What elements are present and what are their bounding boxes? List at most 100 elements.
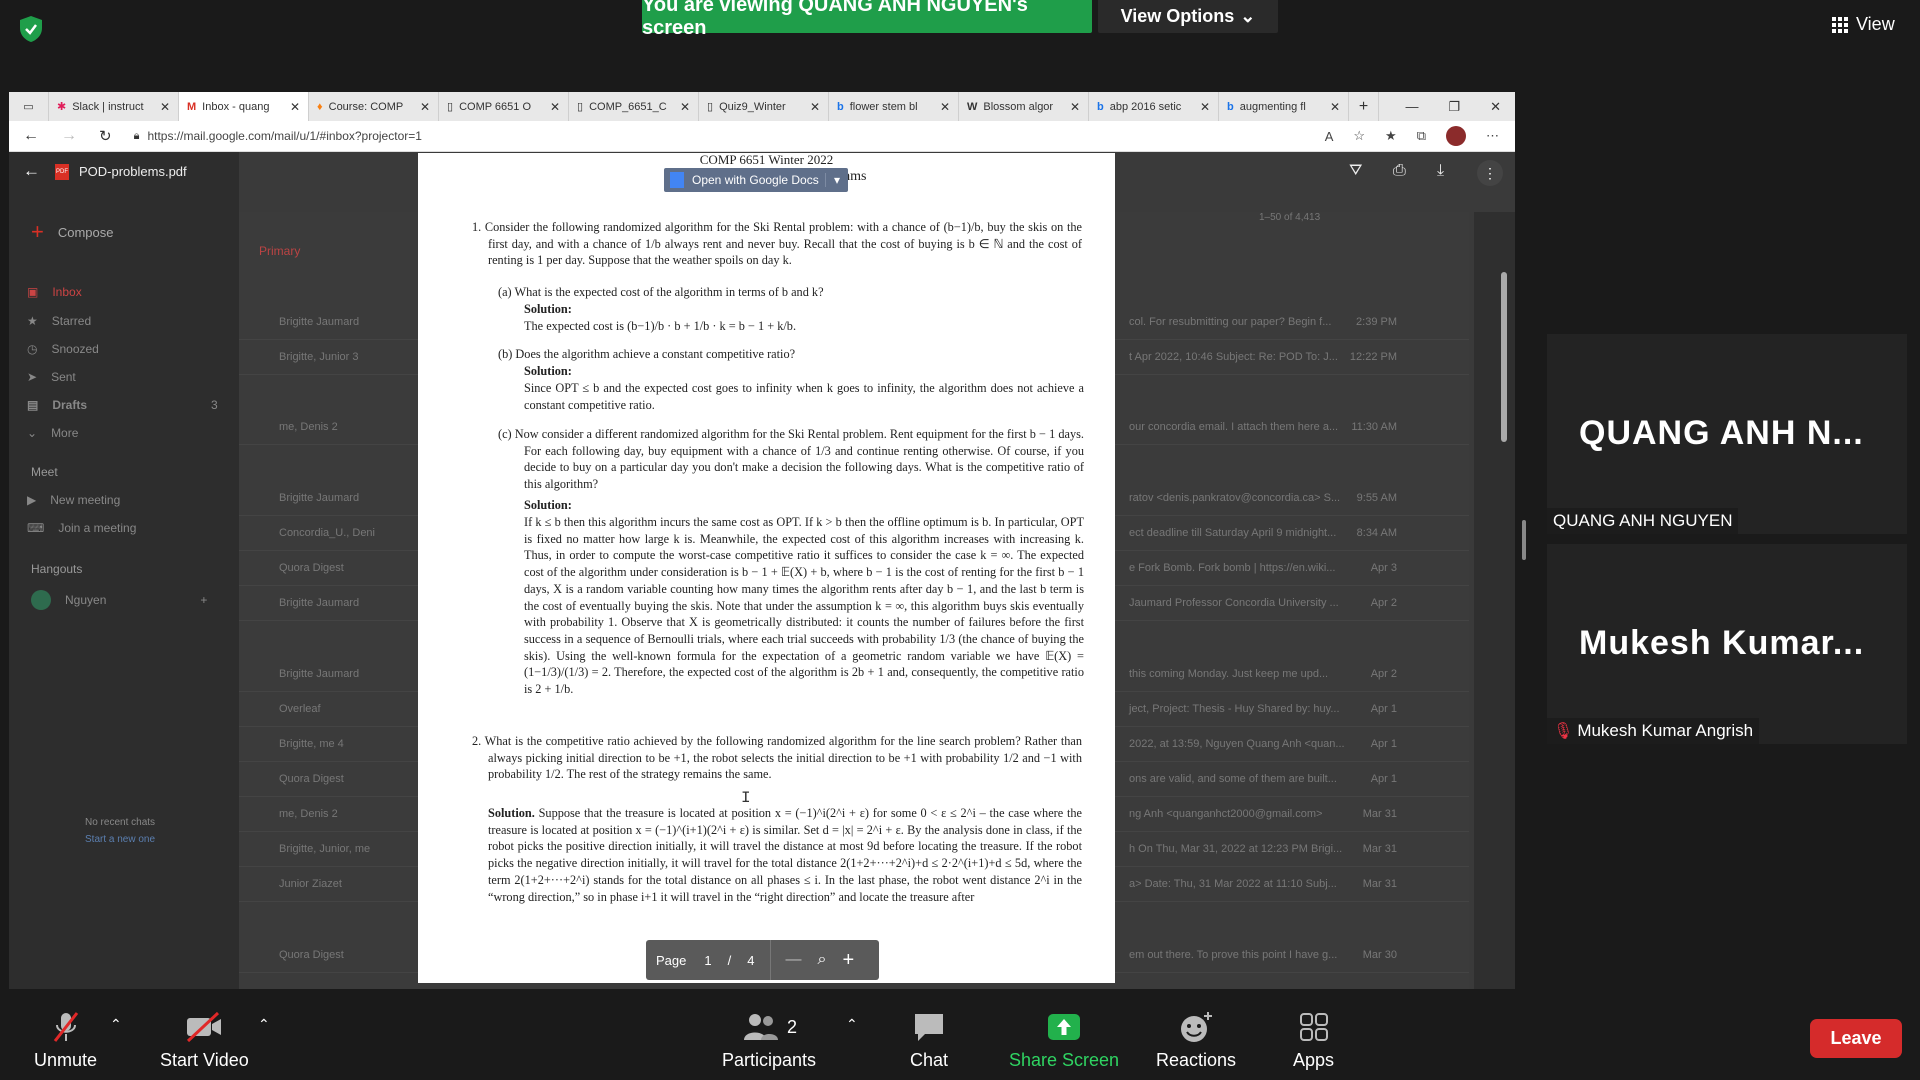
- pagination: 1–50 of 4,413: [1259, 212, 1321, 223]
- star-icon: ★: [27, 314, 38, 328]
- chevron-up-icon[interactable]: ⌃: [846, 1016, 858, 1033]
- tab-comp-b[interactable]: ▯ COMP_6651_C ✕: [569, 92, 699, 121]
- close-icon[interactable]: ✕: [940, 100, 950, 114]
- close-icon[interactable]: ✕: [550, 100, 560, 114]
- close-icon[interactable]: ✕: [810, 100, 820, 114]
- zoom-out-icon[interactable]: —: [785, 951, 801, 969]
- apps-button[interactable]: Apps: [1293, 1010, 1334, 1071]
- shield-icon[interactable]: [16, 14, 46, 44]
- row-snippet: ratov <denis.pankratov@concordia.ca> S..…: [1129, 492, 1341, 504]
- chevron-up-icon[interactable]: ⌃: [258, 1016, 270, 1033]
- tab-inbox[interactable]: M Inbox - quang ✕: [179, 92, 309, 121]
- new-tab-icon[interactable]: +: [1349, 92, 1379, 121]
- view-button[interactable]: View: [1832, 14, 1895, 35]
- print-icon[interactable]: ⎙: [1393, 162, 1406, 180]
- solution-label: Solution:: [524, 498, 572, 512]
- reactions-button[interactable]: Reactions: [1156, 1010, 1236, 1071]
- page-current-input[interactable]: 1: [704, 953, 711, 968]
- start-video-button[interactable]: Start Video: [160, 1010, 249, 1071]
- add-to-drive-icon[interactable]: ⛛: [1349, 162, 1362, 180]
- minimize-icon[interactable]: —: [1405, 99, 1418, 115]
- start-new-chat-link[interactable]: Start a new one: [85, 834, 155, 845]
- hangouts-user[interactable]: Nguyen +: [31, 590, 207, 610]
- tab-label: COMP 6651 O: [459, 100, 532, 113]
- video-icon: ▶: [27, 493, 37, 507]
- nav-drafts[interactable]: ▤ Drafts 3: [27, 398, 218, 412]
- tab-quiz[interactable]: ▯ Quiz9_Winter ✕: [699, 92, 829, 121]
- nav-snoozed[interactable]: ◷ Snoozed: [27, 342, 99, 356]
- tab-label: Slack | instruct: [72, 100, 144, 113]
- nav-sent[interactable]: ➤ Sent: [27, 370, 76, 384]
- tab-augmenting[interactable]: b augmenting fl ✕: [1219, 92, 1349, 121]
- participant-tile[interactable]: QUANG ANH N... QUANG ANH NGUYEN: [1547, 334, 1907, 534]
- tab-comp-a[interactable]: ▯ COMP 6651 O ✕: [439, 92, 569, 121]
- close-window-icon[interactable]: ✕: [1490, 99, 1501, 115]
- url-field[interactable]: https://mail.google.com/mail/u/1/#inbox?…: [147, 129, 421, 143]
- row-date: Mar 31: [1362, 843, 1397, 855]
- nav-label: Starred: [51, 314, 92, 328]
- row-date: Apr 1: [1370, 738, 1397, 750]
- tab-actions-icon[interactable]: ▭: [9, 92, 49, 121]
- solution-1a: The expected cost is (b−1)/b · b + 1/b ·…: [524, 319, 797, 333]
- back-icon[interactable]: ←: [23, 161, 40, 181]
- read-aloud-icon[interactable]: A: [1325, 129, 1334, 144]
- meet-join[interactable]: ⌨ Join a meeting: [27, 521, 136, 535]
- nav-label: More: [51, 426, 79, 440]
- slack-icon: ✱: [57, 101, 67, 113]
- tab-slack[interactable]: ✱ Slack | instruct ✕: [49, 92, 179, 121]
- download-icon[interactable]: ⤓: [1437, 162, 1444, 180]
- nav-inbox[interactable]: ▣ Inbox: [27, 285, 82, 299]
- row-snippet: ject, Project: Thesis - Huy Shared by: h…: [1129, 703, 1340, 715]
- back-icon[interactable]: ←: [23, 127, 39, 145]
- favorite-icon[interactable]: ☆: [1353, 128, 1365, 144]
- compose-button[interactable]: + Compose: [31, 219, 114, 245]
- collections-icon[interactable]: ⧉: [1417, 128, 1426, 144]
- view-options-button[interactable]: View Options ⌄: [1098, 0, 1278, 33]
- row-date: 9:55 AM: [1356, 492, 1397, 504]
- solution-2-text: Suppose that the treasure is located at …: [488, 806, 1082, 904]
- close-icon[interactable]: ✕: [1330, 100, 1340, 114]
- plus-icon[interactable]: +: [200, 593, 207, 607]
- participant-tile[interactable]: Mukesh Kumar... 🎙︎ Mukesh Kumar Angrish: [1547, 544, 1907, 744]
- more-icon[interactable]: ⋯: [1486, 128, 1499, 144]
- document-icon: ▯: [577, 101, 584, 113]
- close-icon[interactable]: ✕: [1200, 100, 1210, 114]
- unmute-button[interactable]: Unmute: [34, 1010, 97, 1071]
- chevron-up-icon[interactable]: ⌃: [110, 1016, 122, 1033]
- participants-button[interactable]: 2 Participants: [722, 1010, 816, 1071]
- close-icon[interactable]: ✕: [680, 100, 690, 114]
- tab-flower[interactable]: b flower stem bl ✕: [829, 92, 959, 121]
- clock-icon: ◷: [27, 342, 38, 356]
- nav-starred[interactable]: ★ Starred: [27, 314, 91, 328]
- restore-icon[interactable]: ❐: [1448, 99, 1460, 115]
- avatar[interactable]: [1446, 126, 1466, 146]
- send-icon: ➤: [27, 370, 38, 384]
- tab-abp[interactable]: b abp 2016 setic ✕: [1089, 92, 1219, 121]
- panel-resize-handle[interactable]: [1522, 520, 1526, 560]
- zoom-in-icon[interactable]: +: [842, 949, 854, 972]
- tab-label: flower stem bl: [849, 100, 918, 113]
- forward-icon[interactable]: →: [61, 127, 77, 145]
- pdf-icon: PDF: [55, 164, 69, 180]
- favorites-icon[interactable]: ★: [1385, 128, 1397, 144]
- chevron-down-icon[interactable]: ▾: [824, 173, 848, 187]
- apps-label: Apps: [1293, 1050, 1335, 1070]
- open-with-google-docs-button[interactable]: Open with Google Docs ▾: [664, 168, 848, 192]
- start-video-label: Start Video: [160, 1050, 249, 1070]
- tab-course[interactable]: ♦ Course: COMP ✕: [309, 92, 439, 121]
- nav-more[interactable]: ⌄ More: [27, 426, 78, 440]
- more-vert-icon[interactable]: ⋮: [1477, 160, 1503, 186]
- scrollbar[interactable]: [1501, 272, 1507, 442]
- close-icon[interactable]: ✕: [290, 100, 300, 114]
- tab-primary[interactable]: Primary: [259, 244, 300, 258]
- meet-new[interactable]: ▶ New meeting: [27, 493, 120, 507]
- close-icon[interactable]: ✕: [160, 100, 170, 114]
- close-icon[interactable]: ✕: [1070, 100, 1080, 114]
- gmail-icon: M: [187, 100, 197, 113]
- reload-icon[interactable]: ↻: [99, 127, 112, 145]
- tab-blossom[interactable]: W Blossom algor ✕: [959, 92, 1089, 121]
- close-icon[interactable]: ✕: [420, 100, 430, 114]
- leave-button[interactable]: Leave: [1810, 1019, 1902, 1058]
- share-screen-button[interactable]: Share Screen: [1009, 1010, 1119, 1071]
- chat-button[interactable]: Chat: [910, 1010, 948, 1071]
